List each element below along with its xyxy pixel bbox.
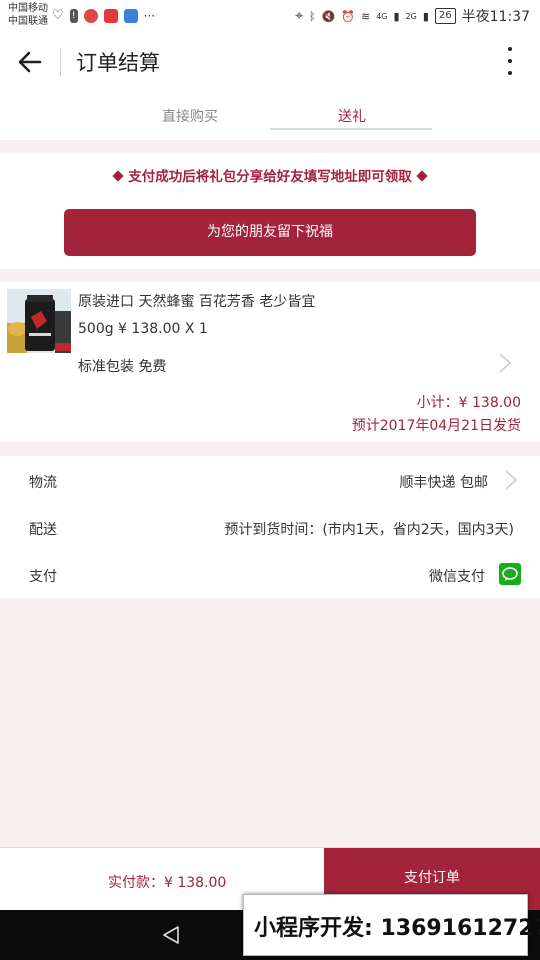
alarm-icon: ⏰ [341, 9, 355, 23]
carrier-2: 中国联通 [8, 16, 48, 27]
carrier-info: 中国移动 中国联通 [8, 2, 48, 28]
honey-jar-image [7, 289, 71, 353]
payment-label: 支付 [29, 569, 57, 585]
gift-note-text: 支付成功后将礼包分享给好友填写地址即可领取 [128, 169, 412, 185]
gift-note: 支付成功后将礼包分享给好友填写地址即可领取 [0, 165, 540, 185]
news-app-icon [123, 8, 138, 23]
location-icon: ⌖ [295, 8, 303, 24]
arrow-left-icon [18, 51, 42, 73]
network-1-label: 4G [376, 11, 388, 21]
logistics-value[interactable]: 顺丰快递 包邮 [400, 472, 488, 492]
product-spec: 500g ¥ 138.00 X 1 [78, 321, 208, 337]
packaging-option[interactable]: 标准包装 免费 [78, 356, 166, 376]
map-icon [83, 8, 98, 23]
logistics-label: 物流 [29, 475, 57, 491]
wechat-pay-icon[interactable] [499, 563, 521, 585]
delivery-value: 预计到货时间：(市内1天，省内2天，国内3天) [224, 522, 514, 538]
chevron-right-icon[interactable] [498, 352, 512, 374]
wifi-icon: ≋ [360, 9, 371, 23]
page-title: 订单结算 [76, 51, 160, 75]
status-bar: 中国移动 中国联通 ♡ ! ··· ⌖ ᛒ 🔇 ⏰ ≋ 4G ▮ 2G ▮ 26… [0, 0, 540, 32]
alert-icon: ! [69, 8, 78, 23]
heart-rate-icon: ♡ [52, 8, 64, 23]
clock: 半夜11:37 [461, 9, 530, 25]
watermark-overlay: 小程序开发: 13691612727 [243, 894, 540, 956]
tab-direct-buy[interactable]: 直接购买 [162, 106, 218, 126]
payment-value[interactable]: 微信支付 [429, 566, 485, 586]
title-divider [60, 48, 61, 76]
back-button[interactable] [14, 46, 46, 78]
delivery-label: 配送 [29, 522, 57, 538]
chat-bubble-icon [502, 567, 518, 581]
title-bar: 订单结算 [0, 32, 540, 90]
nav-back-icon[interactable] [160, 924, 182, 946]
leave-wishes-button[interactable]: 为您的朋友留下祝福 [64, 209, 476, 256]
purchase-mode-tabs: 直接购买 送礼 [0, 90, 540, 140]
diamond-icon [416, 170, 428, 182]
more-notifications-icon: ··· [143, 8, 156, 23]
battery-icon: 26 [434, 8, 456, 24]
signal-icon-2: ▮ [422, 9, 429, 23]
diamond-icon [112, 170, 124, 182]
carrier-1: 中国移动 [8, 3, 48, 14]
system-icons: ⌖ ᛒ 🔇 ⏰ ≋ 4G ▮ 2G ▮ 26 半夜11:37 [295, 6, 530, 26]
mute-icon: 🔇 [321, 9, 336, 23]
shopping-app-icon [103, 8, 118, 23]
tab-indicator [270, 128, 432, 130]
gift-section: 支付成功后将礼包分享给好友填写地址即可领取 为您的朋友留下祝福 [0, 153, 540, 269]
more-options-button[interactable] [500, 47, 520, 75]
product-name[interactable]: 原装进口 天然蜂蜜 百花芳香 老少皆宜 [78, 291, 315, 311]
network-2-label: 2G [405, 11, 417, 21]
watermark-text: 小程序开发: 13691612727 [254, 916, 540, 941]
bluetooth-icon: ᛒ [308, 9, 316, 23]
chevron-right-icon[interactable] [504, 469, 518, 491]
total-amount: 实付款：¥ 138.00 [108, 875, 227, 891]
tab-gift[interactable]: 送礼 [338, 106, 366, 126]
ship-date: 预计2017年04月21日发货 [351, 418, 521, 434]
product-image[interactable] [7, 289, 71, 353]
subtotal: 小计：¥ 138.00 [416, 395, 521, 411]
product-card: 原装进口 天然蜂蜜 百花芳香 老少皆宜 500g ¥ 138.00 X 1 标准… [0, 282, 540, 442]
order-info: 物流 顺丰快递 包邮 配送 预计到货时间：(市内1天，省内2天，国内3天) 支付… [0, 456, 540, 598]
more-vert-icon [508, 47, 512, 51]
signal-icon: ▮ [393, 9, 400, 23]
notification-icons: ♡ ! ··· [52, 8, 155, 23]
